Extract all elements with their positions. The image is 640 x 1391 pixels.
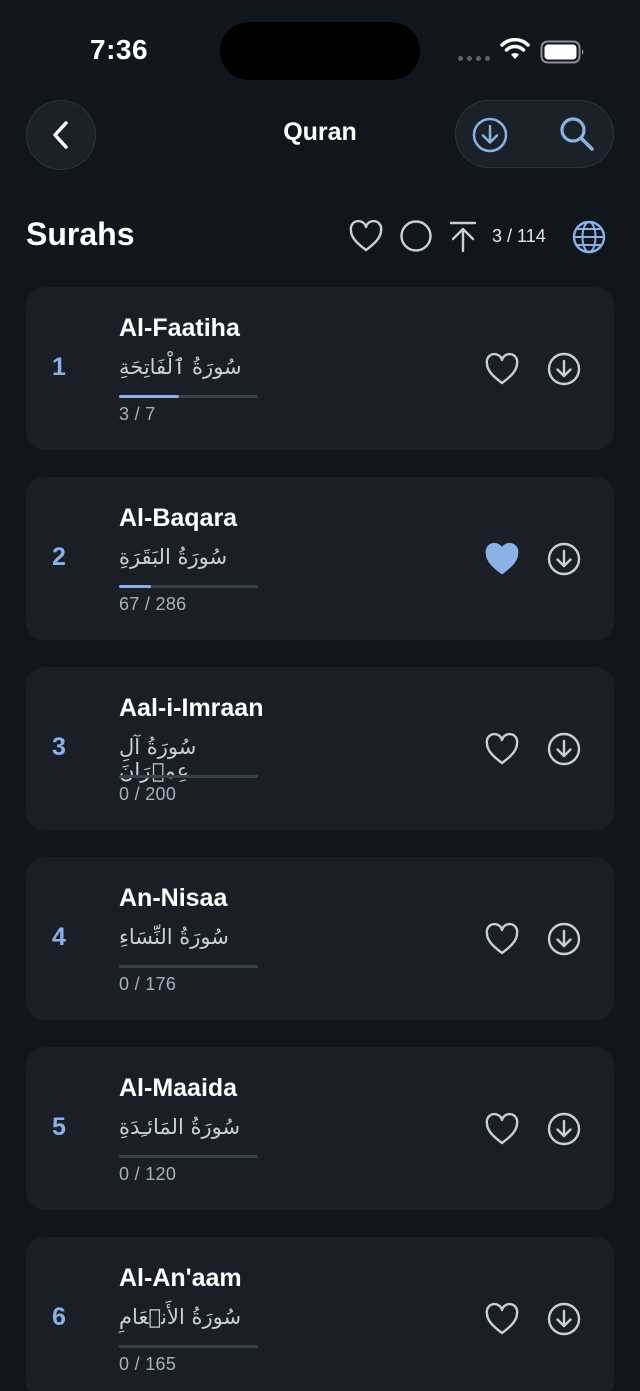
favorite-button[interactable]	[484, 542, 520, 576]
download-button[interactable]	[547, 922, 581, 956]
surah-number: 4	[52, 923, 66, 951]
search-button[interactable]	[558, 115, 596, 153]
surah-list: 1 Al-Faatiha سُورَةُ ٱلْفَاتِحَةِ 3 / 7 …	[26, 287, 614, 1391]
surah-number: 3	[52, 733, 66, 761]
surah-number: 1	[52, 353, 66, 381]
status-time: 7:36	[90, 34, 149, 65]
nav-actions	[455, 100, 614, 168]
download-button[interactable]	[547, 1302, 581, 1336]
surah-arabic-name: سُورَةُ ٱلْفَاتِحَةِ	[119, 355, 242, 379]
download-all-button[interactable]	[472, 117, 508, 153]
reading-progress-bar	[119, 1155, 258, 1158]
favorites-filter-icon[interactable]	[348, 219, 384, 253]
reading-progress-bar	[119, 395, 258, 398]
surah-card[interactable]: 4 An-Nisaa سُورَةُ النِّسَاءِ 0 / 176	[26, 857, 614, 1020]
surah-card[interactable]: 2 Al-Baqara سُورَةُ البَقَرَةِ 67 / 286	[26, 477, 614, 640]
surah-card[interactable]: 5 Al-Maaida سُورَةُ المَائـِدَةِ 0 / 120	[26, 1047, 614, 1210]
surah-arabic-name: سُورَةُ المَائـِدَةِ	[119, 1115, 241, 1139]
verse-count: 0 / 176	[119, 974, 177, 994]
favorite-button[interactable]	[484, 732, 520, 766]
surah-name: An-Nisaa	[119, 884, 228, 912]
surah-card[interactable]: 6 Al-An'aam سُورَةُ الأَنۡعَامِ 0 / 165	[26, 1237, 614, 1391]
wifi-icon	[500, 38, 530, 59]
surah-name: Aal-i-Imraan	[119, 694, 264, 722]
reading-progress-bar	[119, 775, 258, 778]
surah-arabic-name: سُورَةُ البَقَرَةِ	[119, 545, 228, 569]
reading-progress-bar	[119, 585, 258, 588]
verse-count: 0 / 120	[119, 1164, 177, 1184]
favorite-button[interactable]	[484, 1302, 520, 1336]
surah-card[interactable]: 1 Al-Faatiha سُورَةُ ٱلْفَاتِحَةِ 3 / 7	[26, 287, 614, 450]
reading-progress-bar	[119, 965, 258, 968]
scroll-to-top-icon[interactable]	[447, 219, 479, 253]
download-button[interactable]	[547, 542, 581, 576]
surah-number: 2	[52, 543, 66, 571]
cellular-signal-icon	[458, 56, 490, 61]
download-button[interactable]	[547, 732, 581, 766]
battery-icon	[540, 40, 584, 64]
verse-count: 0 / 200	[119, 784, 177, 804]
reading-progress-bar	[119, 1345, 258, 1348]
completion-filter-icon[interactable]	[399, 219, 435, 253]
surah-name: Al-An'aam	[119, 1264, 242, 1292]
surah-name: Al-Faatiha	[119, 314, 240, 342]
surah-card[interactable]: 3 Aal-i-Imraan سُورَةُ آلِ عِمۡرَانَ 0 /…	[26, 667, 614, 830]
download-button[interactable]	[547, 352, 581, 386]
dynamic-island	[220, 22, 420, 80]
verse-count: 0 / 165	[119, 1354, 177, 1374]
favorite-button[interactable]	[484, 352, 520, 386]
status-bar: 7:36	[0, 0, 640, 100]
surah-name: Al-Maaida	[119, 1074, 238, 1102]
favorite-button[interactable]	[484, 922, 520, 956]
surah-arabic-name: سُورَةُ الأَنۡعَامِ	[119, 1305, 242, 1329]
section-title: Surahs	[26, 216, 135, 252]
surah-progress-count: 3 / 114	[492, 226, 546, 246]
favorite-button[interactable]	[484, 1112, 520, 1146]
verse-count: 3 / 7	[119, 404, 156, 424]
surah-number: 5	[52, 1113, 66, 1141]
surah-arabic-name: سُورَةُ النِّسَاءِ	[119, 925, 229, 949]
globe-icon[interactable]	[571, 219, 607, 255]
surah-number: 6	[52, 1303, 66, 1331]
surah-name: Al-Baqara	[119, 504, 238, 532]
download-button[interactable]	[547, 1112, 581, 1146]
verse-count: 67 / 286	[119, 594, 187, 614]
